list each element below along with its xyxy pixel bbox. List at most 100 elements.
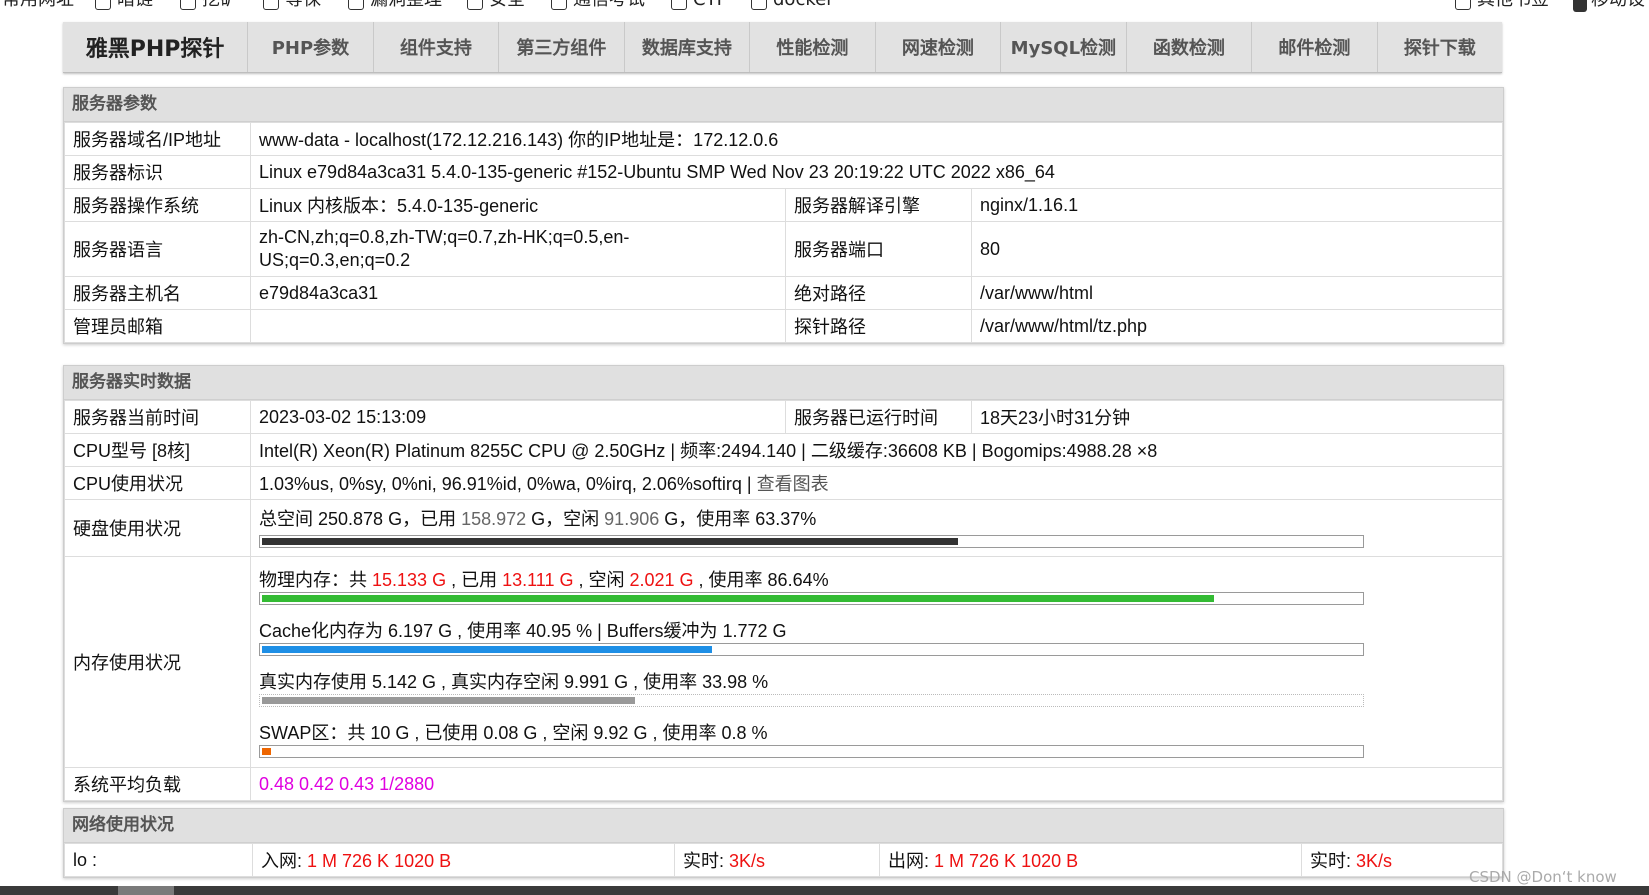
- time-label: 服务器当前时间: [64, 400, 251, 434]
- net-out-value: 1 M 726 K 1020 B: [934, 851, 1079, 871]
- net-in-value: 1 M 726 K 1020 B: [307, 851, 452, 871]
- uptime-label: 服务器已运行时间: [785, 400, 972, 434]
- view-chart-link[interactable]: 查看图表: [757, 474, 829, 494]
- cache-progress-bar: [259, 643, 1364, 656]
- network-table: lo : 入网: 1 M 726 K 1020 B 实时: 3K/s 出网: 1…: [64, 843, 1503, 877]
- bookmark-other[interactable]: 其他书签: [1455, 0, 1549, 10]
- swap-progress-bar: [259, 745, 1364, 758]
- bookmark-folder[interactable]: 挖矿: [180, 0, 238, 10]
- watermark: CSDN @Don‘t know: [1469, 868, 1617, 886]
- engine-value: nginx/1.16.1: [971, 188, 1503, 222]
- disk-rate: G，使用率 63.37%: [659, 509, 817, 529]
- tab-php-params[interactable]: PHP参数: [248, 22, 374, 72]
- real-mem-progress-fill: [262, 697, 635, 704]
- folder-icon: [467, 0, 483, 10]
- realtime-section: 服务器实时数据 服务器当前时间 2023-03-02 15:13:09 服务器已…: [63, 365, 1504, 802]
- phys-mem-free-pre: , 空闲: [573, 570, 630, 590]
- os-label: 服务器操作系统: [64, 188, 251, 222]
- folder-icon: [751, 0, 767, 10]
- network-section: 网络使用状况 lo : 入网: 1 M 726 K 1020 B 实时: 3K/…: [63, 808, 1504, 878]
- iface-name: lo :: [64, 843, 253, 877]
- disk-free: 91.906: [604, 509, 660, 529]
- hostname-value: e79d84a3ca31: [250, 276, 786, 310]
- section-title: 网络使用状况: [64, 809, 1503, 843]
- server-params-section: 服务器参数 服务器域名/IP地址 www-data - localhost(17…: [63, 87, 1504, 344]
- probe-path-value: /var/www/html/tz.php: [971, 309, 1503, 343]
- bookmark-folder[interactable]: 暗链: [95, 0, 153, 10]
- load-label: 系统平均负载: [64, 767, 251, 801]
- bookmark-folder[interactable]: CTF: [671, 0, 727, 10]
- net-in-label: 入网:: [261, 851, 308, 871]
- phys-mem-free: 2.021 G: [629, 570, 694, 590]
- time-value: 2023-03-02 15:13:09: [250, 400, 786, 434]
- bookmarks-bar: 常用网址 暗链 挖矿 等保 漏洞整理 安全 通信考试 CTF docker 其他…: [0, 0, 1649, 12]
- folder-icon: [348, 0, 364, 10]
- disk-used: 158.972: [461, 509, 527, 529]
- tab-network-speed[interactable]: 网速检测: [876, 22, 1002, 72]
- phys-mem-total: 15.133 G: [372, 570, 447, 590]
- swap-text: SWAP区：共 10 G , 已使用 0.08 G , 空闲 9.92 G , …: [259, 723, 768, 743]
- net-in-rate: 实时: 3K/s: [674, 843, 880, 877]
- server-id-label: 服务器标识: [64, 155, 251, 189]
- tab-components[interactable]: 组件支持: [374, 22, 500, 72]
- net-out-rate-value: 3K/s: [1356, 851, 1393, 871]
- realtime-table: 服务器当前时间 2023-03-02 15:13:09 服务器已运行时间 18天…: [64, 400, 1503, 801]
- tab-performance[interactable]: 性能检测: [750, 22, 876, 72]
- bookmark-folder[interactable]: 通信考试: [551, 0, 645, 10]
- disk-label: 硬盘使用状况: [64, 499, 251, 557]
- bookmark-mobile[interactable]: 移动设: [1573, 0, 1645, 12]
- tab-mail[interactable]: 邮件检测: [1252, 22, 1378, 72]
- horizontal-scrollbar[interactable]: [0, 886, 1649, 895]
- folder-icon: [180, 0, 196, 10]
- cache-mem-text: Cache化内存为 6.197 G , 使用率 40.95 % | Buffer…: [259, 621, 787, 641]
- disk-progress-fill: [262, 538, 958, 545]
- probe-path-label: 探针路径: [785, 309, 972, 343]
- disk-cell: 总空间 250.878 G，已用 158.972 G，空闲 91.906 G，使…: [250, 499, 1503, 557]
- tab-third-party[interactable]: 第三方组件: [499, 22, 625, 72]
- phone-icon: [1573, 0, 1587, 12]
- disk-free-pre: G，空闲: [526, 509, 605, 529]
- net-out-label: 出网:: [888, 851, 935, 871]
- net-out: 出网: 1 M 726 K 1020 B: [879, 843, 1302, 877]
- net-in-rate-label: 实时:: [683, 851, 730, 871]
- bookmark-folder[interactable]: 安全: [467, 0, 525, 10]
- table-row: lo : 入网: 1 M 726 K 1020 B 实时: 3K/s 出网: 1…: [64, 843, 1503, 877]
- abspath-label: 绝对路径: [785, 276, 972, 310]
- folder-icon: [263, 0, 279, 10]
- tab-download[interactable]: 探针下载: [1378, 22, 1502, 72]
- port-label: 服务器端口: [785, 221, 972, 277]
- phys-mem-text: 物理内存：共 15.133 G , 已用 13.111 G , 空闲 2.021…: [259, 566, 1494, 590]
- port-value: 80: [971, 221, 1503, 277]
- bookmark-folder[interactable]: 漏洞整理: [348, 0, 442, 10]
- phys-mem-rate: , 使用率 86.64%: [693, 570, 829, 590]
- memory-label: 内存使用状况: [64, 556, 251, 768]
- cpu-usage-value: 1.03%us, 0%sy, 0%ni, 96.91%id, 0%wa, 0%i…: [250, 466, 1503, 500]
- bookmark-folder[interactable]: docker: [751, 0, 834, 10]
- bookmark-common[interactable]: 常用网址: [2, 0, 74, 9]
- section-title: 服务器实时数据: [64, 366, 1503, 400]
- server-params-table: 服务器域名/IP地址 www-data - localhost(172.12.2…: [64, 122, 1503, 343]
- disk-progress-bar: [259, 535, 1364, 548]
- phys-mem-progress-bar: [259, 592, 1364, 605]
- uptime-value: 18天23小时31分钟: [971, 400, 1503, 434]
- disk-text: 总空间 250.878 G，已用 158.972 G，空闲 91.906 G，使…: [259, 508, 1494, 530]
- net-in-rate-value: 3K/s: [729, 851, 766, 871]
- scrollbar-thumb[interactable]: [118, 886, 174, 895]
- memory-cell: 物理内存：共 15.133 G , 已用 13.111 G , 空闲 2.021…: [250, 556, 1503, 768]
- section-title: 服务器参数: [64, 88, 1503, 122]
- real-mem-text: 真实内存使用 5.142 G , 真实内存空闲 9.991 G , 使用率 33…: [259, 672, 769, 692]
- phys-mem-used-pre: , 已用: [446, 570, 503, 590]
- net-in: 入网: 1 M 726 K 1020 B: [252, 843, 675, 877]
- tab-database[interactable]: 数据库支持: [625, 22, 751, 72]
- bookmark-folder[interactable]: 等保: [263, 0, 321, 10]
- brand-title[interactable]: 雅黑PHP探针: [63, 22, 249, 72]
- lang-label: 服务器语言: [64, 221, 251, 277]
- real-mem-progress-bar: [259, 694, 1364, 707]
- abspath-value: /var/www/html: [971, 276, 1503, 310]
- phys-mem-progress-fill: [262, 595, 1214, 602]
- tab-functions[interactable]: 函数检测: [1127, 22, 1253, 72]
- hostname-label: 服务器主机名: [64, 276, 251, 310]
- domain-label: 服务器域名/IP地址: [64, 122, 251, 156]
- engine-label: 服务器解译引擎: [785, 188, 972, 222]
- tab-mysql[interactable]: MySQL检测: [1001, 22, 1127, 72]
